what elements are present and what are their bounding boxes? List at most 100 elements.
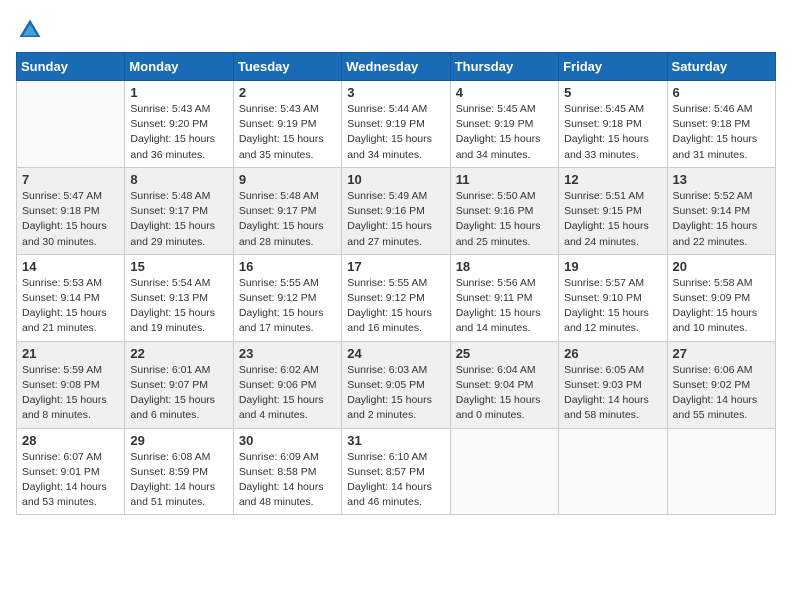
day-number: 17	[347, 259, 444, 274]
calendar-cell: 27 Sunrise: 6:06 AM Sunset: 9:02 PM Dayli…	[667, 341, 775, 428]
day-info: Sunrise: 6:06 AM Sunset: 9:02 PM Dayligh…	[673, 363, 770, 424]
weekday-header-wednesday: Wednesday	[342, 53, 450, 81]
calendar-cell: 18 Sunrise: 5:56 AM Sunset: 9:11 PM Dayli…	[450, 254, 558, 341]
day-info: Sunrise: 6:03 AM Sunset: 9:05 PM Dayligh…	[347, 363, 444, 424]
day-info: Sunrise: 5:48 AM Sunset: 9:17 PM Dayligh…	[239, 189, 336, 250]
page-header	[16, 16, 776, 44]
calendar-cell: 12Sunrise: 5:51 AM Sunset: 9:15 PM Dayli…	[559, 167, 667, 254]
day-number: 27	[673, 346, 770, 361]
day-number: 9	[239, 172, 336, 187]
day-number: 8	[130, 172, 227, 187]
day-number: 3	[347, 85, 444, 100]
calendar-cell: 14Sunrise: 5:53 AM Sunset: 9:14 PM Dayli…	[17, 254, 125, 341]
weekday-header-friday: Friday	[559, 53, 667, 81]
calendar-cell: 20 Sunrise: 5:58 AM Sunset: 9:09 PM Dayli…	[667, 254, 775, 341]
calendar-cell: 11 Sunrise: 5:50 AM Sunset: 9:16 PM Dayli…	[450, 167, 558, 254]
day-info: Sunrise: 5:52 AM Sunset: 9:14 PM Dayligh…	[673, 189, 770, 250]
calendar-cell: 7Sunrise: 5:47 AM Sunset: 9:18 PM Daylig…	[17, 167, 125, 254]
weekday-header-row: SundayMondayTuesdayWednesdayThursdayFrid…	[17, 53, 776, 81]
day-info: Sunrise: 5:51 AM Sunset: 9:15 PM Dayligh…	[564, 189, 661, 250]
logo-icon	[16, 16, 44, 44]
calendar-cell: 2Sunrise: 5:43 AM Sunset: 9:19 PM Daylig…	[233, 81, 341, 168]
day-number: 16	[239, 259, 336, 274]
day-number: 29	[130, 433, 227, 448]
calendar-cell: 1 Sunrise: 5:43 AM Sunset: 9:20 PM Daylig…	[125, 81, 233, 168]
day-number: 6	[673, 85, 770, 100]
day-number: 15	[130, 259, 227, 274]
calendar-cell: 5 Sunrise: 5:45 AM Sunset: 9:18 PM Daylig…	[559, 81, 667, 168]
day-info: Sunrise: 5:45 AM Sunset: 9:19 PM Dayligh…	[456, 102, 553, 163]
day-info: Sunrise: 5:43 AM Sunset: 9:19 PM Dayligh…	[239, 102, 336, 163]
weekday-header-thursday: Thursday	[450, 53, 558, 81]
calendar-cell: 28Sunrise: 6:07 AM Sunset: 9:01 PM Dayli…	[17, 428, 125, 515]
day-info: Sunrise: 5:49 AM Sunset: 9:16 PM Dayligh…	[347, 189, 444, 250]
week-row-1: 1 Sunrise: 5:43 AM Sunset: 9:20 PM Daylig…	[17, 81, 776, 168]
weekday-header-monday: Monday	[125, 53, 233, 81]
day-info: Sunrise: 5:56 AM Sunset: 9:11 PM Dayligh…	[456, 276, 553, 337]
week-row-4: 21Sunrise: 5:59 AM Sunset: 9:08 PM Dayli…	[17, 341, 776, 428]
day-number: 10	[347, 172, 444, 187]
day-info: Sunrise: 5:55 AM Sunset: 9:12 PM Dayligh…	[239, 276, 336, 337]
day-info: Sunrise: 5:50 AM Sunset: 9:16 PM Dayligh…	[456, 189, 553, 250]
calendar-cell: 16 Sunrise: 5:55 AM Sunset: 9:12 PM Dayli…	[233, 254, 341, 341]
calendar-cell: 13 Sunrise: 5:52 AM Sunset: 9:14 PM Dayli…	[667, 167, 775, 254]
calendar-cell: 9 Sunrise: 5:48 AM Sunset: 9:17 PM Daylig…	[233, 167, 341, 254]
calendar-cell: 22 Sunrise: 6:01 AM Sunset: 9:07 PM Dayli…	[125, 341, 233, 428]
day-number: 21	[22, 346, 119, 361]
calendar-cell: 29Sunrise: 6:08 AM Sunset: 8:59 PM Dayli…	[125, 428, 233, 515]
calendar-cell: 30 Sunrise: 6:09 AM Sunset: 8:58 PM Dayli…	[233, 428, 341, 515]
logo	[16, 16, 48, 44]
calendar-cell: 21Sunrise: 5:59 AM Sunset: 9:08 PM Dayli…	[17, 341, 125, 428]
calendar-cell	[667, 428, 775, 515]
day-info: Sunrise: 5:47 AM Sunset: 9:18 PM Dayligh…	[22, 189, 119, 250]
calendar-cell	[450, 428, 558, 515]
day-number: 11	[456, 172, 553, 187]
week-row-3: 14Sunrise: 5:53 AM Sunset: 9:14 PM Dayli…	[17, 254, 776, 341]
day-number: 26	[564, 346, 661, 361]
calendar-cell: 26Sunrise: 6:05 AM Sunset: 9:03 PM Dayli…	[559, 341, 667, 428]
week-row-2: 7Sunrise: 5:47 AM Sunset: 9:18 PM Daylig…	[17, 167, 776, 254]
calendar-cell: 3 Sunrise: 5:44 AM Sunset: 9:19 PM Daylig…	[342, 81, 450, 168]
calendar-table: SundayMondayTuesdayWednesdayThursdayFrid…	[16, 52, 776, 515]
calendar-cell: 8Sunrise: 5:48 AM Sunset: 9:17 PM Daylig…	[125, 167, 233, 254]
day-number: 5	[564, 85, 661, 100]
day-info: Sunrise: 6:04 AM Sunset: 9:04 PM Dayligh…	[456, 363, 553, 424]
day-number: 22	[130, 346, 227, 361]
day-number: 18	[456, 259, 553, 274]
day-info: Sunrise: 5:43 AM Sunset: 9:20 PM Dayligh…	[130, 102, 227, 163]
calendar-cell: 24 Sunrise: 6:03 AM Sunset: 9:05 PM Dayli…	[342, 341, 450, 428]
day-info: Sunrise: 6:09 AM Sunset: 8:58 PM Dayligh…	[239, 450, 336, 511]
day-number: 20	[673, 259, 770, 274]
day-info: Sunrise: 5:55 AM Sunset: 9:12 PM Dayligh…	[347, 276, 444, 337]
day-number: 25	[456, 346, 553, 361]
weekday-header-tuesday: Tuesday	[233, 53, 341, 81]
weekday-header-sunday: Sunday	[17, 53, 125, 81]
day-info: Sunrise: 5:54 AM Sunset: 9:13 PM Dayligh…	[130, 276, 227, 337]
day-info: Sunrise: 5:53 AM Sunset: 9:14 PM Dayligh…	[22, 276, 119, 337]
day-number: 30	[239, 433, 336, 448]
day-info: Sunrise: 5:46 AM Sunset: 9:18 PM Dayligh…	[673, 102, 770, 163]
day-info: Sunrise: 6:01 AM Sunset: 9:07 PM Dayligh…	[130, 363, 227, 424]
day-info: Sunrise: 6:10 AM Sunset: 8:57 PM Dayligh…	[347, 450, 444, 511]
calendar-cell: 19 Sunrise: 5:57 AM Sunset: 9:10 PM Dayli…	[559, 254, 667, 341]
calendar-cell: 17 Sunrise: 5:55 AM Sunset: 9:12 PM Dayli…	[342, 254, 450, 341]
calendar-cell: 15 Sunrise: 5:54 AM Sunset: 9:13 PM Dayli…	[125, 254, 233, 341]
week-row-5: 28Sunrise: 6:07 AM Sunset: 9:01 PM Dayli…	[17, 428, 776, 515]
day-info: Sunrise: 5:58 AM Sunset: 9:09 PM Dayligh…	[673, 276, 770, 337]
day-number: 1	[130, 85, 227, 100]
day-info: Sunrise: 5:57 AM Sunset: 9:10 PM Dayligh…	[564, 276, 661, 337]
calendar-cell	[17, 81, 125, 168]
calendar-cell: 31Sunrise: 6:10 AM Sunset: 8:57 PM Dayli…	[342, 428, 450, 515]
calendar-cell: 6 Sunrise: 5:46 AM Sunset: 9:18 PM Daylig…	[667, 81, 775, 168]
calendar-cell: 4Sunrise: 5:45 AM Sunset: 9:19 PM Daylig…	[450, 81, 558, 168]
calendar-cell	[559, 428, 667, 515]
day-info: Sunrise: 5:44 AM Sunset: 9:19 PM Dayligh…	[347, 102, 444, 163]
calendar-cell: 23Sunrise: 6:02 AM Sunset: 9:06 PM Dayli…	[233, 341, 341, 428]
calendar-cell: 25 Sunrise: 6:04 AM Sunset: 9:04 PM Dayli…	[450, 341, 558, 428]
day-number: 23	[239, 346, 336, 361]
day-info: Sunrise: 5:45 AM Sunset: 9:18 PM Dayligh…	[564, 102, 661, 163]
day-number: 24	[347, 346, 444, 361]
day-number: 13	[673, 172, 770, 187]
calendar-cell: 10 Sunrise: 5:49 AM Sunset: 9:16 PM Dayli…	[342, 167, 450, 254]
day-number: 19	[564, 259, 661, 274]
